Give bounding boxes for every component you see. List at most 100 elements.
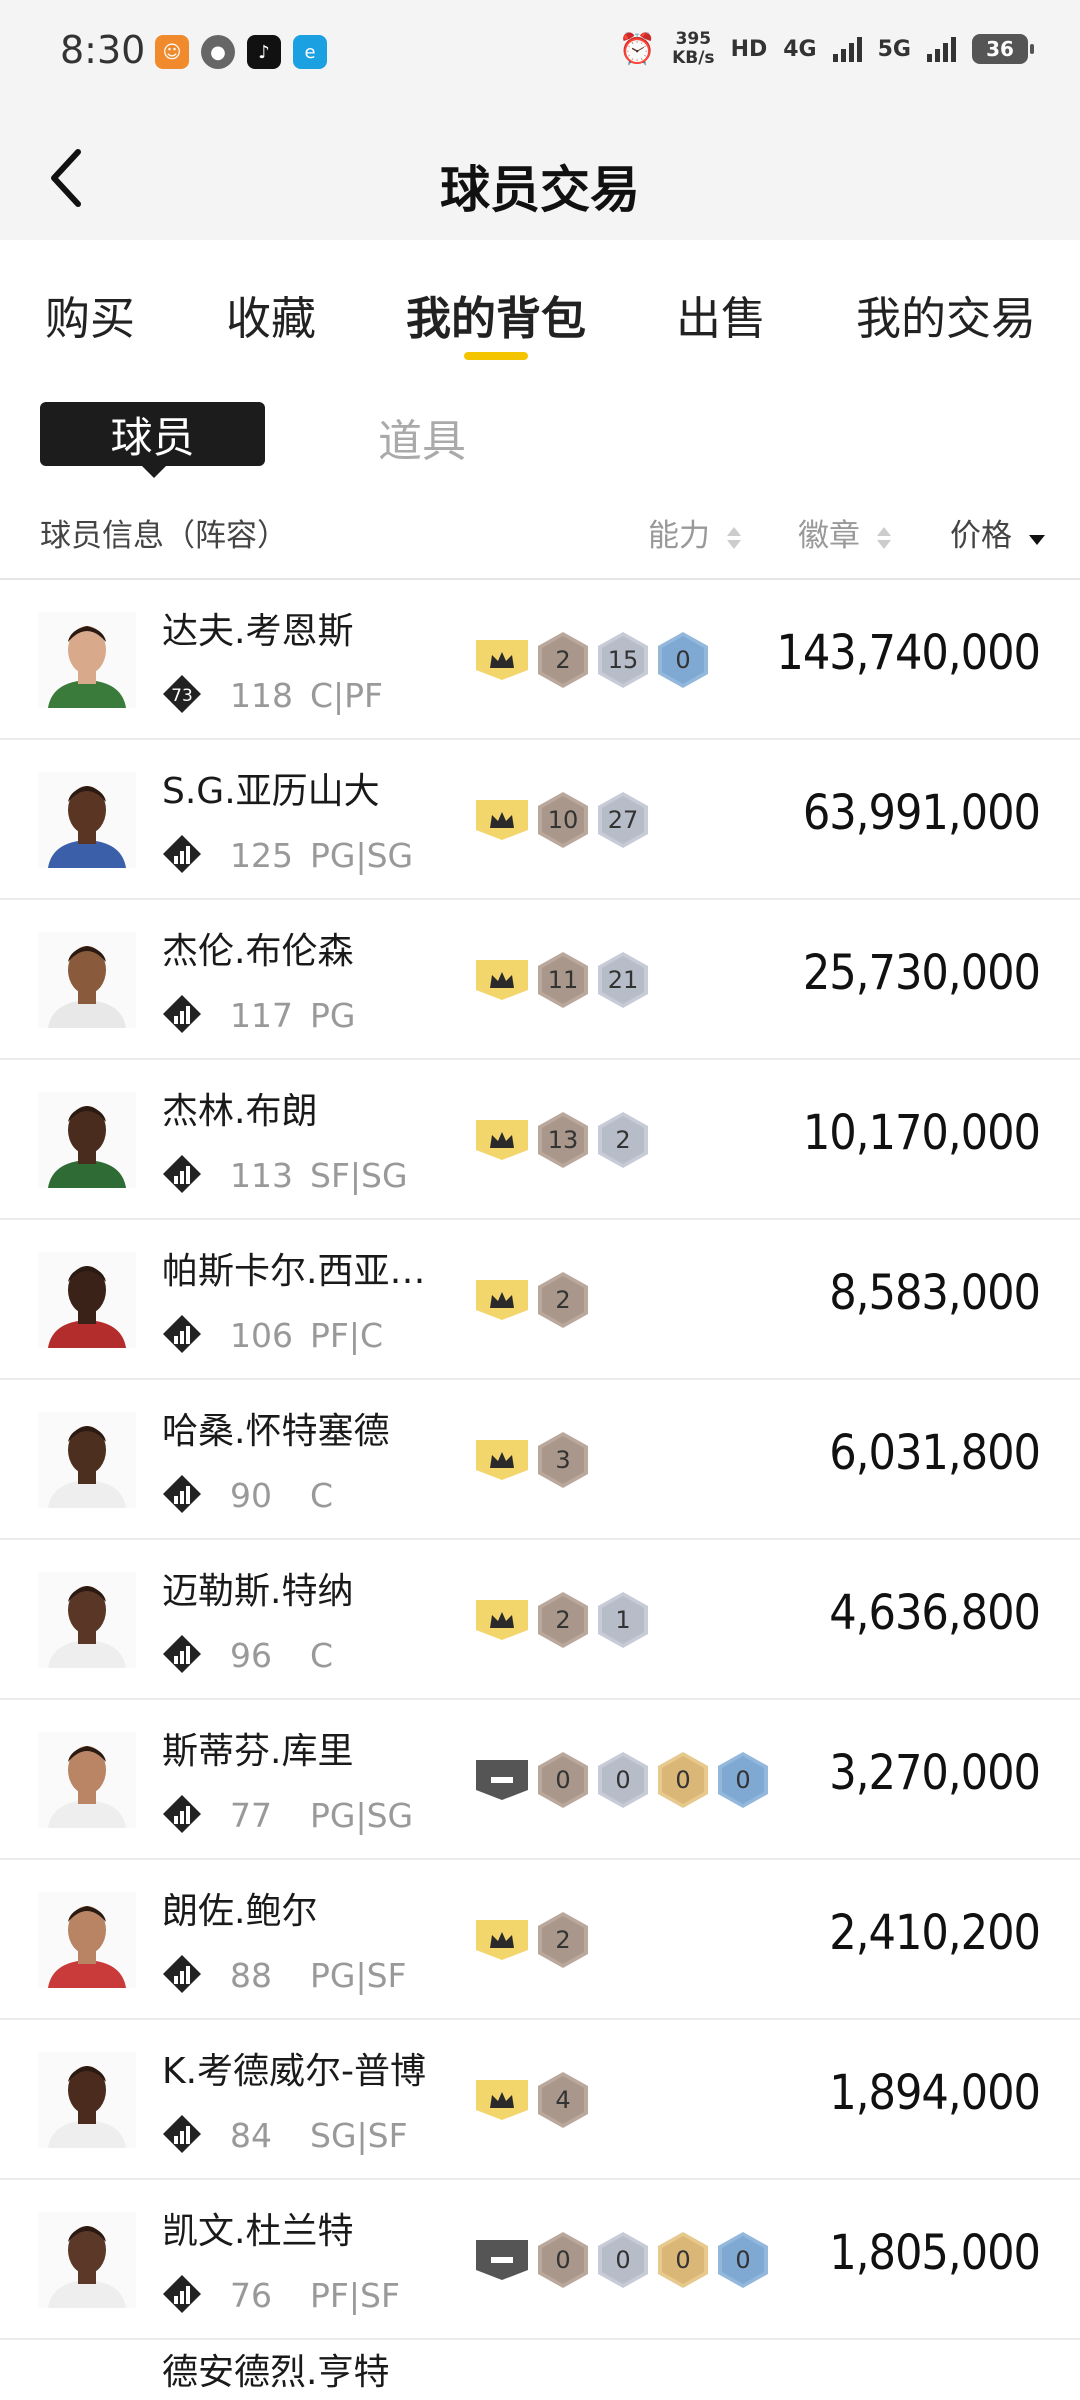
player-rating: 125 bbox=[230, 836, 293, 875]
player-price: 10,170,000 bbox=[802, 1105, 1041, 1161]
player-row[interactable]: 斯蒂芬.库里 77 PG|SG 0000 3,270,000 bbox=[0, 1700, 1080, 1860]
player-price: 143,740,000 bbox=[776, 625, 1041, 681]
badge-group: 2 bbox=[476, 1270, 588, 1330]
player-avatar bbox=[38, 772, 136, 868]
active-tab-indicator bbox=[464, 352, 528, 360]
stats-icon bbox=[163, 1955, 201, 1993]
stats-icon bbox=[163, 835, 201, 873]
badge-bronze-icon: 10 bbox=[538, 792, 588, 848]
svg-text:73: 73 bbox=[171, 686, 193, 706]
stats-icon bbox=[163, 1795, 201, 1833]
crown-icon bbox=[476, 2080, 528, 2120]
player-row[interactable]: K.考德威尔-普博 84 SG|SF 4 1,894,000 bbox=[0, 2020, 1080, 2180]
badge-gold-icon: 0 bbox=[658, 2232, 708, 2288]
badge-silver-icon: 0 bbox=[598, 2232, 648, 2288]
player-position: C|PF bbox=[310, 676, 384, 715]
badge-group: 0000 bbox=[476, 2230, 768, 2290]
network-5g-label: 5G bbox=[877, 36, 911, 62]
badge-bronze-icon: 4 bbox=[538, 2072, 588, 2128]
player-position: PG|SG bbox=[310, 836, 414, 875]
player-avatar bbox=[38, 1412, 136, 1508]
player-position: PG|SF bbox=[310, 1956, 407, 1995]
player-row[interactable]: 凯文.杜兰特 76 PF|SF 0000 1,805,000 bbox=[0, 2180, 1080, 2340]
player-row[interactable]: 杰林.布朗 113 SF|SG 13 2 10,170,000 bbox=[0, 1060, 1080, 1220]
badge-bronze-icon: 3 bbox=[538, 1432, 588, 1488]
tab-buy[interactable]: 购买 bbox=[45, 282, 135, 347]
player-position: PF|SF bbox=[310, 2276, 400, 2315]
app-e-icon: e bbox=[293, 35, 327, 69]
player-row[interactable]: 达夫.考恩斯 73 118 C|PF 2 15 0 143,740,000 bbox=[0, 580, 1080, 740]
player-avatar bbox=[38, 1092, 136, 1188]
badge-group: 21 bbox=[476, 1590, 648, 1650]
player-price: 25,730,000 bbox=[802, 945, 1041, 1001]
message-icon: ● bbox=[201, 35, 235, 69]
column-ability-sort[interactable]: 能力 bbox=[648, 510, 742, 555]
badge-silver-icon: 15 bbox=[598, 632, 648, 688]
player-name-partial: 德安德烈.亨特 bbox=[162, 2352, 390, 2393]
player-rating: 77 bbox=[230, 1796, 272, 1835]
player-name: 凯文.杜兰特 bbox=[162, 2211, 354, 2252]
tab-my-trades[interactable]: 我的交易 bbox=[856, 282, 1036, 347]
player-row[interactable]: 哈桑.怀特塞德 90 C 3 6,031,800 bbox=[0, 1380, 1080, 1540]
player-row[interactable]: 杰伦.布伦森 117 PG 11 21 25,730,000 bbox=[0, 900, 1080, 1060]
player-rating: 113 bbox=[230, 1156, 293, 1195]
column-badge-sort[interactable]: 徽章 bbox=[798, 510, 892, 555]
player-row[interactable]: 帕斯卡尔.西亚… 106 PF|C 2 8,583,000 bbox=[0, 1220, 1080, 1380]
crown-icon bbox=[476, 1440, 528, 1480]
badge-silver-icon: 1 bbox=[598, 1592, 648, 1648]
stats-icon bbox=[163, 1475, 201, 1513]
hd-indicator: HD bbox=[730, 36, 768, 62]
stats-icon bbox=[163, 1155, 201, 1193]
tab-my-backpack[interactable]: 我的背包 bbox=[406, 282, 586, 347]
signal-icon bbox=[832, 36, 862, 62]
subtab-items[interactable]: 道具 bbox=[378, 405, 466, 469]
page-title: 球员交易 bbox=[440, 161, 640, 219]
main-tabs: 购买 收藏 我的背包 出售 我的交易 bbox=[0, 270, 1080, 370]
player-rating: 96 bbox=[230, 1636, 272, 1675]
crown-icon bbox=[476, 1600, 528, 1640]
badge-group: 2 15 0 bbox=[476, 630, 708, 690]
sort-icon bbox=[876, 526, 891, 549]
player-position: C bbox=[310, 1636, 334, 1675]
subtab-players[interactable]: 球员 bbox=[40, 402, 265, 478]
player-rating: 84 bbox=[230, 2116, 272, 2155]
badge-bronze-icon: 2 bbox=[538, 1272, 588, 1328]
player-price: 63,991,000 bbox=[802, 785, 1041, 841]
sort-icon bbox=[726, 526, 741, 549]
badge-blue-icon: 0 bbox=[718, 1752, 768, 1808]
battery-icon: 36 bbox=[972, 34, 1034, 64]
tab-sell[interactable]: 出售 bbox=[676, 282, 766, 347]
player-row[interactable]: 迈勒斯.特纳 96 C 21 4,636,800 bbox=[0, 1540, 1080, 1700]
badge-bronze-icon: 11 bbox=[538, 952, 588, 1008]
badge-silver-icon: 21 bbox=[598, 952, 648, 1008]
badge-bronze-icon: 13 bbox=[538, 1112, 588, 1168]
player-row[interactable]: S.G.亚历山大 125 PG|SG 10 27 63,991,000 bbox=[0, 740, 1080, 900]
sort-desc-icon bbox=[1028, 534, 1045, 545]
tab-favorites[interactable]: 收藏 bbox=[226, 282, 316, 347]
player-row[interactable]: 朗佐.鲍尔 88 PG|SF 2 2,410,200 bbox=[0, 1860, 1080, 2020]
crown-icon bbox=[476, 960, 528, 1000]
player-name: 杰伦.布伦森 bbox=[162, 931, 354, 972]
badge-group: 11 21 bbox=[476, 950, 648, 1010]
player-avatar bbox=[38, 1892, 136, 1988]
badge-bronze-icon: 0 bbox=[538, 2232, 588, 2288]
player-name: 迈勒斯.特纳 bbox=[162, 1571, 354, 1612]
player-name: 帕斯卡尔.西亚… bbox=[162, 1251, 426, 1292]
player-avatar bbox=[38, 612, 136, 708]
player-position: C bbox=[310, 1476, 334, 1515]
badge-bronze-icon: 2 bbox=[538, 1912, 588, 1968]
player-name: 斯蒂芬.库里 bbox=[162, 1731, 354, 1772]
player-rating: 117 bbox=[230, 996, 293, 1035]
column-price-sort[interactable]: 价格 bbox=[950, 510, 1046, 555]
badge-silver-icon: 0 bbox=[598, 1752, 648, 1808]
network-4g-label: 4G bbox=[783, 36, 817, 62]
crown-icon bbox=[476, 640, 528, 680]
badge-silver-icon: 27 bbox=[598, 792, 648, 848]
stats-icon bbox=[163, 2275, 201, 2313]
tiktok-icon: ♪ bbox=[247, 35, 281, 69]
status-bar: 8:30 ☺ ● ♪ e ⏰ 395 KB/s HD 4G 5G 36 bbox=[0, 0, 1080, 105]
crown-icon bbox=[476, 1120, 528, 1160]
player-rating: 118 bbox=[230, 676, 293, 715]
stats-icon bbox=[163, 1635, 201, 1673]
column-player-info: 球员信息（阵容） bbox=[40, 518, 288, 554]
